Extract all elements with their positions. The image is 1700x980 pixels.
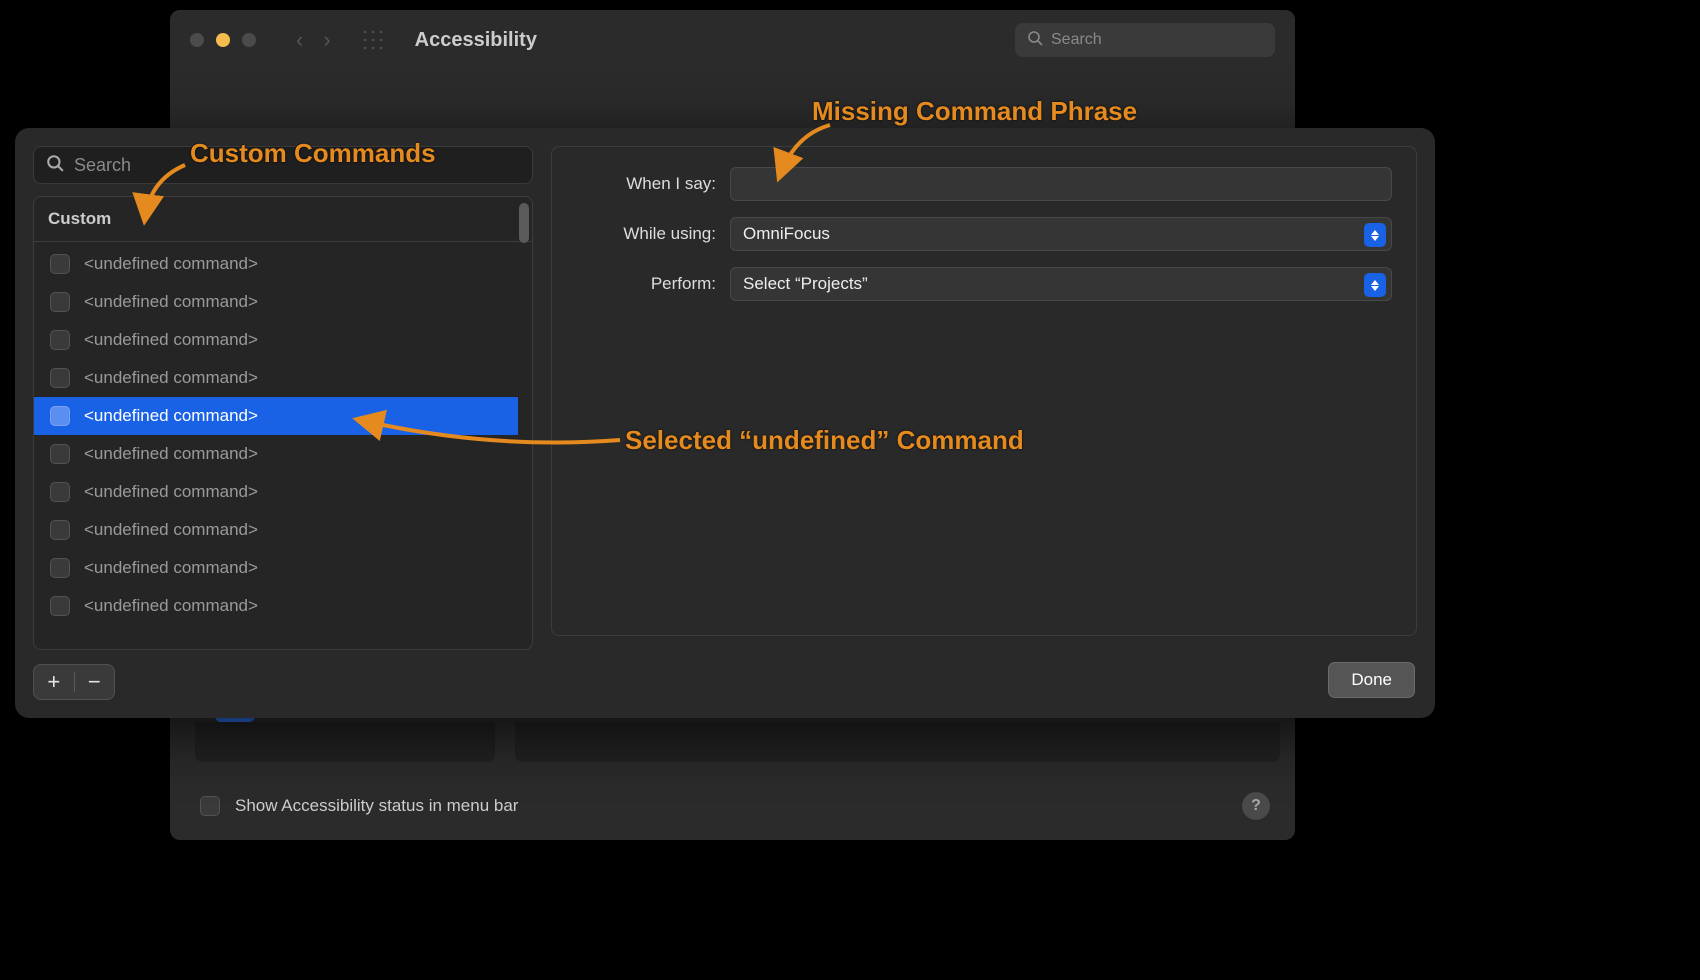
command-label: <undefined command> xyxy=(84,520,258,540)
commands-search-field[interactable]: Search xyxy=(33,146,533,184)
done-label: Done xyxy=(1351,670,1392,690)
command-row[interactable]: <undefined command> xyxy=(34,245,518,283)
when-i-say-input[interactable] xyxy=(730,167,1392,201)
list-section-header: Custom xyxy=(34,197,532,242)
command-checkbox[interactable] xyxy=(50,444,70,464)
command-row[interactable]: <undefined command> xyxy=(34,587,518,625)
command-label: <undefined command> xyxy=(84,444,258,464)
back-panel-left xyxy=(195,722,495,762)
when-i-say-label: When I say: xyxy=(576,174,716,194)
command-checkbox[interactable] xyxy=(50,368,70,388)
command-checkbox[interactable] xyxy=(50,330,70,350)
command-checkbox[interactable] xyxy=(50,406,70,426)
nav-arrows: ‹ › xyxy=(296,27,331,53)
minimize-dot[interactable] xyxy=(216,33,230,47)
back-icon[interactable]: ‹ xyxy=(296,27,303,53)
command-checkbox[interactable] xyxy=(50,482,70,502)
prefs-search-field[interactable]: Search xyxy=(1015,23,1275,57)
command-checkbox[interactable] xyxy=(50,254,70,274)
search-icon xyxy=(46,154,64,177)
command-row[interactable]: <undefined command> xyxy=(34,435,518,473)
window-title: Accessibility xyxy=(415,29,1015,52)
command-row[interactable]: <undefined command> xyxy=(34,321,518,359)
show-all-icon[interactable] xyxy=(361,28,385,52)
command-row[interactable]: <undefined command> xyxy=(34,511,518,549)
search-icon xyxy=(1027,30,1043,51)
perform-label: Perform: xyxy=(576,274,716,294)
commands-sheet: Search Custom <undefined command> <undefi… xyxy=(15,128,1435,718)
command-label: <undefined command> xyxy=(84,596,258,616)
remove-button[interactable]: − xyxy=(75,671,115,693)
scrollbar-thumb[interactable] xyxy=(519,203,529,243)
while-using-value: OmniFocus xyxy=(743,224,830,244)
command-label: <undefined command> xyxy=(84,558,258,578)
command-label: <undefined command> xyxy=(84,482,258,502)
commands-list: Custom <undefined command> <undefined com… xyxy=(33,196,533,650)
perform-value: Select “Projects” xyxy=(743,274,868,294)
command-checkbox[interactable] xyxy=(50,596,70,616)
while-using-label: While using: xyxy=(576,224,716,244)
prefs-search-placeholder: Search xyxy=(1051,31,1102,49)
command-row[interactable]: <undefined command> xyxy=(34,549,518,587)
command-row[interactable]: <undefined command> xyxy=(34,473,518,511)
done-button[interactable]: Done xyxy=(1328,662,1415,698)
close-dot[interactable] xyxy=(190,33,204,47)
while-using-select[interactable]: OmniFocus xyxy=(730,217,1392,251)
status-checkbox-label: Show Accessibility status in menu bar xyxy=(235,796,518,816)
perform-select[interactable]: Select “Projects” xyxy=(730,267,1392,301)
command-label: <undefined command> xyxy=(84,330,258,350)
commands-search-placeholder: Search xyxy=(74,155,131,176)
command-row[interactable]: <undefined command> xyxy=(34,359,518,397)
command-row[interactable]: <undefined command> xyxy=(34,397,518,435)
dropdown-icon xyxy=(1364,223,1386,247)
add-button[interactable]: + xyxy=(34,671,74,693)
command-checkbox[interactable] xyxy=(50,558,70,578)
titlebar: ‹ › Accessibility Search xyxy=(170,10,1295,70)
command-detail-panel: When I say: While using: OmniFocus Perfo… xyxy=(551,146,1417,636)
command-row[interactable]: <undefined command> xyxy=(34,283,518,321)
forward-icon[interactable]: › xyxy=(323,27,330,53)
command-label: <undefined command> xyxy=(84,254,258,274)
add-remove-control: + − xyxy=(33,664,115,700)
command-checkbox[interactable] xyxy=(50,520,70,540)
command-label: <undefined command> xyxy=(84,406,258,426)
command-label: <undefined command> xyxy=(84,292,258,312)
command-label: <undefined command> xyxy=(84,368,258,388)
help-button[interactable]: ? xyxy=(1242,792,1270,820)
dropdown-icon xyxy=(1364,273,1386,297)
window-controls[interactable] xyxy=(190,33,256,47)
command-checkbox[interactable] xyxy=(50,292,70,312)
zoom-dot[interactable] xyxy=(242,33,256,47)
back-panel-right xyxy=(515,722,1280,762)
status-checkbox[interactable] xyxy=(200,796,220,816)
